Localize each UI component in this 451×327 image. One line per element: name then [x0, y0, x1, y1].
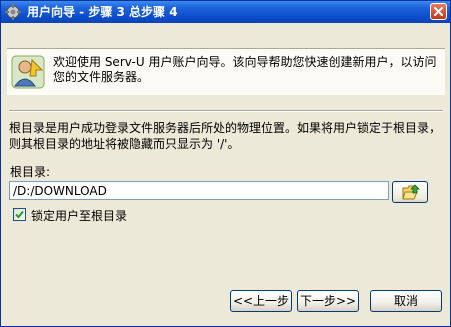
root-dir-description: 根目录是用户成功登录文件服务器后所处的物理位置。如果将用户锁定于根目录，则其根目… [9, 121, 442, 151]
checkmark-icon [15, 210, 24, 219]
root-dir-label: 根目录: [10, 165, 51, 179]
lock-user-checkbox[interactable] [13, 208, 26, 221]
welcome-banner: 欢迎使用 Serv-U 用户账户向导。该向导帮助您快速创建新用户，以访问您的文件… [7, 48, 445, 95]
back-button[interactable]: <<上一步 [230, 290, 292, 312]
separator [9, 110, 443, 112]
wizard-user-icon [10, 54, 46, 90]
next-button[interactable]: 下一步>> [297, 290, 359, 312]
welcome-text: 欢迎使用 Serv-U 用户账户向导。该向导帮助您快速创建新用户，以访问您的文件… [53, 55, 437, 84]
serv-u-app-icon [5, 4, 21, 20]
wizard-dialog: 用户向导 - 步骤 3 总步骤 4 欢迎使用 Serv-U 用户账户向导。该向导… [0, 0, 451, 327]
lock-user-label[interactable]: 锁定用户至根目录 [31, 207, 127, 224]
folder-open-icon [402, 184, 420, 200]
close-icon [434, 7, 443, 16]
root-dir-input[interactable] [9, 181, 389, 200]
title-bar[interactable]: 用户向导 - 步骤 3 总步骤 4 [1, 1, 450, 23]
cancel-button[interactable]: 取消 [370, 290, 442, 312]
window-title: 用户向导 - 步骤 3 总步骤 4 [27, 5, 178, 19]
browse-button[interactable] [392, 181, 428, 203]
close-button[interactable] [430, 3, 447, 20]
